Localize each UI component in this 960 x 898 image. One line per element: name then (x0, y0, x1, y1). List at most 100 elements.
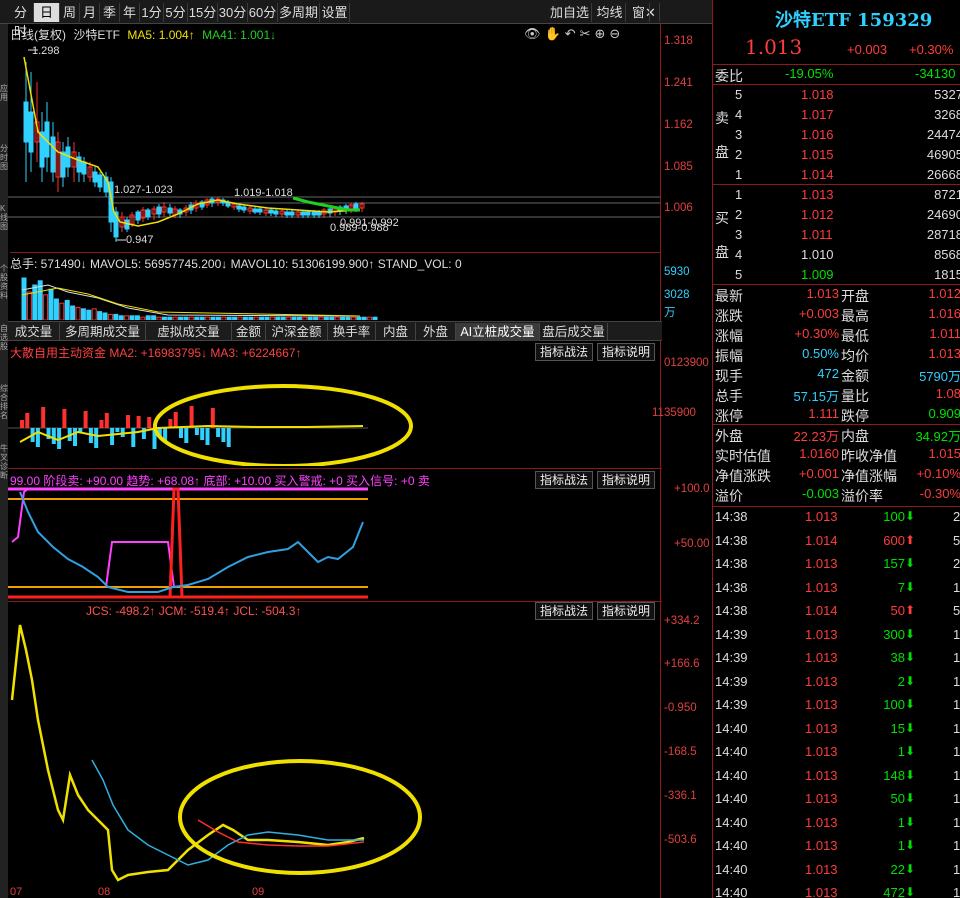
side-tab[interactable]: 分时图 (0, 144, 8, 171)
side-tab[interactable]: K线图 (0, 204, 8, 231)
indicator-tab[interactable]: 金额 (232, 323, 266, 341)
buy-label-1: 买 (715, 210, 729, 226)
tick-count: 1 (953, 626, 960, 642)
volume-bar (48, 288, 54, 320)
period-tab[interactable]: 分时 (8, 3, 34, 39)
ask-level: 1 (735, 167, 743, 182)
period-tab[interactable]: 5分 (164, 3, 188, 22)
side-tab[interactable]: 自选股 (0, 324, 8, 351)
period-tab[interactable]: 多周期 (278, 3, 320, 22)
tick-volume: 100 (883, 697, 905, 712)
est-value: +0.10% (916, 466, 960, 481)
tick-volume: 38 (890, 650, 905, 665)
strategy-button[interactable]: 指标战法 (535, 602, 594, 620)
chart-tool-icons[interactable]: 👁✋↶✂⊕⊖ (524, 26, 624, 42)
est-value: 1.015 (928, 446, 960, 461)
tick-volume: 7 (897, 579, 905, 595)
volume-bar (151, 315, 157, 320)
date-xlabel: 09 (252, 886, 265, 898)
stat-label: 开盘 (841, 288, 869, 304)
est-value: -0.003 (802, 486, 839, 501)
indicator-tab[interactable]: 盘后成交量 (540, 323, 608, 341)
side-tab[interactable]: 综合排名 (0, 384, 8, 420)
candle-body (316, 211, 322, 216)
bid-price: 1.013 (801, 187, 834, 202)
indicator-tab[interactable]: 外盘 (416, 323, 456, 341)
volume-bar (194, 316, 200, 320)
volume-bar (161, 316, 167, 320)
toolbar-right-button[interactable]: 窗 (628, 3, 650, 22)
side-tab[interactable]: 应用 (0, 84, 8, 102)
indicator-tab[interactable]: 换手率 (328, 323, 376, 341)
indicator-tab[interactable]: AI立桩成交量 (456, 323, 540, 341)
ind2-chart (8, 487, 368, 599)
volume-bar (302, 316, 308, 320)
volume-bar (253, 316, 259, 320)
period-tab[interactable]: 1分 (140, 3, 164, 22)
indicator-tab[interactable]: 沪深金额 (266, 323, 328, 341)
period-tab[interactable]: 60分 (248, 3, 278, 22)
tick-time: 14:38 (715, 579, 748, 595)
bid-price: 1.010 (801, 247, 834, 262)
stat-label: 总手 (715, 388, 743, 404)
candle-body (23, 101, 29, 143)
tick-time: 14:40 (715, 744, 748, 759)
period-tab[interactable]: 设置 (320, 3, 350, 22)
toolbar-right-button[interactable]: 加自选 (548, 3, 592, 22)
strategy-button[interactable]: 指标战法 (535, 343, 594, 361)
flow-bar (104, 413, 109, 428)
flow-bar (189, 406, 194, 428)
volume-chart (21, 277, 378, 320)
volume-bar (296, 316, 302, 320)
period-tab[interactable]: 日 (34, 3, 60, 22)
toolbar-right-button[interactable]: 均线 (594, 3, 626, 22)
stat-label: 涨跌 (715, 308, 743, 324)
period-tab[interactable]: 季 (100, 3, 120, 22)
indicator-tab[interactable]: 多周期成交量 (60, 323, 146, 341)
explain-button[interactable]: 指标说明 (597, 602, 656, 620)
candle-body (311, 211, 317, 216)
volume-bar (97, 311, 103, 320)
price-ylabel: 1.006 (664, 202, 693, 214)
waipan-value: 22.23万 (793, 429, 839, 444)
period-tab[interactable]: 年 (120, 3, 140, 22)
ask-price: 1.014 (801, 167, 834, 182)
tick-time: 14:39 (715, 673, 748, 689)
neipan-value: 34.92万 (915, 429, 960, 444)
stat-value: 472 (817, 366, 839, 381)
tick-count: 1 (953, 814, 960, 830)
volume-bar (291, 316, 297, 320)
est-label: 溢价率 (841, 488, 883, 504)
volume-bar (113, 313, 119, 320)
tick-price: 1.013 (805, 556, 838, 571)
candle-body (236, 205, 242, 210)
stat-label: 跌停 (841, 408, 869, 424)
stat-value: 57.15万 (793, 389, 839, 404)
tick-arrow-icon: ⬇ (905, 556, 916, 570)
ind3-header: JCS: -498.2↑ JCM: -519.4↑ JCL: -504.3↑ (86, 604, 302, 618)
tick-volume: 22 (890, 861, 905, 877)
indicator-tab[interactable]: 内盘 (376, 323, 416, 341)
period-tab[interactable]: 周 (60, 3, 80, 22)
volume-bar (307, 316, 313, 320)
tick-count: 1 (953, 885, 960, 898)
side-tab[interactable]: 个股资料 (0, 264, 8, 300)
ask-level: 5 (735, 87, 743, 102)
explain-button[interactable]: 指标说明 (597, 343, 656, 361)
indicator-tab[interactable]: 成交量 (8, 323, 60, 341)
indicator-tab[interactable]: 虚拟成交量 (146, 323, 232, 341)
period-tab[interactable]: 月 (80, 3, 100, 22)
candle-body (145, 209, 151, 218)
volume-bar (345, 316, 351, 320)
stat-value: 1.012 (928, 286, 960, 301)
side-tab[interactable]: 牛叉诊断 (0, 444, 8, 480)
tick-time: 14:40 (715, 861, 748, 877)
ask-level: 3 (735, 127, 743, 142)
period-tab[interactable]: 30分 (218, 3, 248, 22)
bid-volume: 1815 (934, 267, 960, 282)
ind2-ylabel: +50.00 (674, 538, 710, 550)
period-tab[interactable]: 15分 (188, 3, 218, 22)
est-value: -0.30% (919, 486, 960, 501)
ask-volume: 24474 (926, 127, 960, 142)
tick-time: 14:39 (715, 697, 748, 712)
